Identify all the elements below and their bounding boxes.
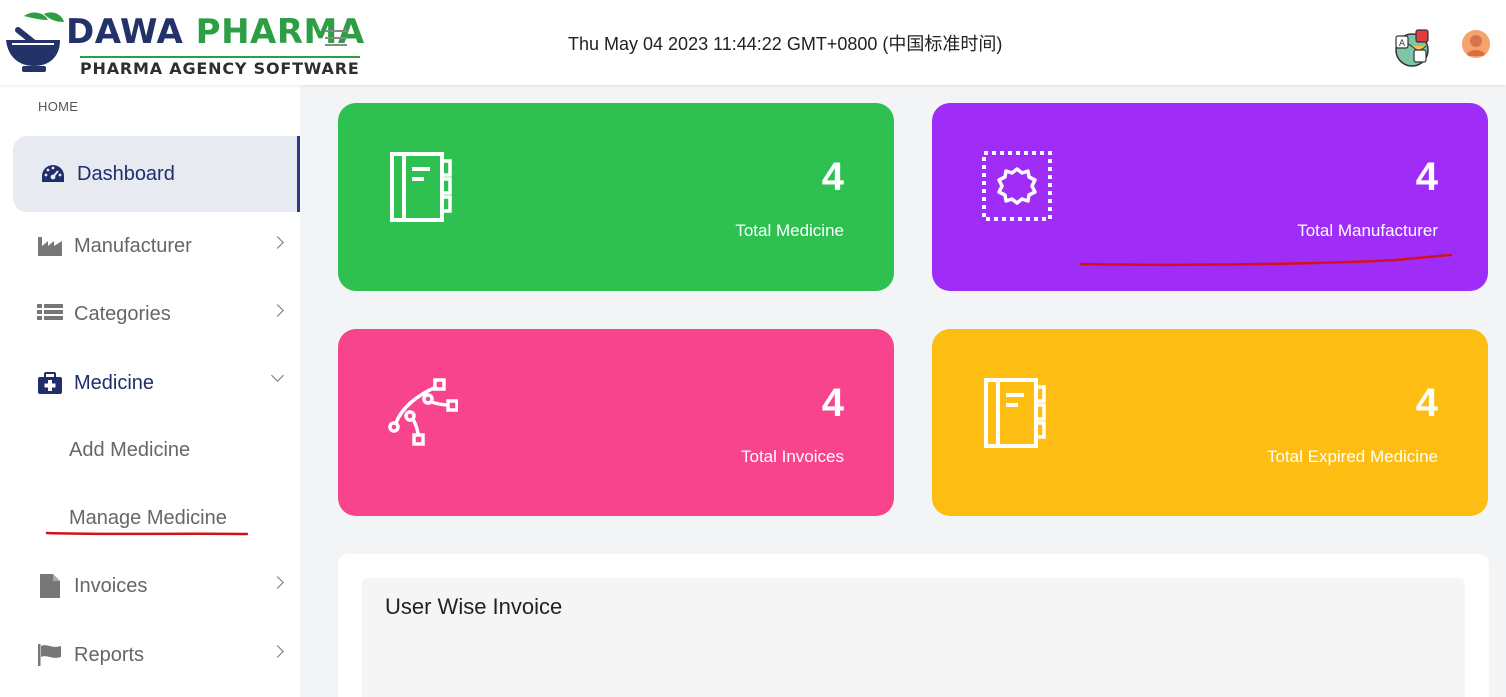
sidebar-item-reports[interactable]: Reports bbox=[0, 625, 300, 685]
sidebar-item-dashboard[interactable]: Dashboard bbox=[13, 136, 300, 212]
medical-kit-icon bbox=[36, 369, 64, 397]
sidebar-item-label: Reports bbox=[74, 643, 145, 666]
notebook-icon bbox=[390, 152, 452, 222]
stat-card-total-invoices[interactable]: 4 Total Invoices bbox=[338, 329, 894, 516]
panel-title: User Wise Invoice bbox=[385, 594, 563, 619]
stat-value: 4 bbox=[1415, 381, 1438, 425]
sidebar: HOME Dashboard Manufacturer Categories M… bbox=[0, 85, 300, 697]
menu-toggle-icon[interactable] bbox=[325, 30, 347, 50]
user-wise-invoice-panel: User Wise Invoice bbox=[338, 554, 1489, 697]
factory-icon bbox=[36, 232, 64, 260]
panel-header: User Wise Invoice bbox=[362, 578, 1465, 697]
stat-value: 4 bbox=[1415, 155, 1438, 199]
chevron-down-icon bbox=[271, 369, 284, 382]
dashboard-gauge-icon bbox=[39, 160, 67, 188]
stat-value: 4 bbox=[821, 381, 844, 425]
chevron-right-icon bbox=[271, 304, 284, 317]
chevron-right-icon bbox=[271, 576, 284, 589]
stat-label: Total Expired Medicine bbox=[1266, 447, 1438, 466]
brand-tagline: PHARMA AGENCY SOFTWARE bbox=[80, 56, 360, 78]
chevron-right-icon bbox=[271, 236, 284, 249]
stat-card-total-manufacturer[interactable]: 4 Total Manufacturer bbox=[932, 103, 1488, 291]
sidebar-item-label: Invoices bbox=[74, 574, 148, 597]
stat-card-total-medicine[interactable]: 4 Total Medicine bbox=[338, 103, 894, 291]
sidebar-item-manufacturer[interactable]: Manufacturer bbox=[0, 216, 300, 276]
stat-value: 4 bbox=[821, 155, 844, 199]
brand-name: DAWA PHARMA bbox=[66, 12, 365, 52]
notebook-icon bbox=[984, 378, 1046, 448]
sidebar-item-categories[interactable]: Categories bbox=[0, 284, 300, 344]
sidebar-subitem-manage-medicine[interactable]: Manage Medicine bbox=[69, 507, 227, 530]
chevron-right-icon bbox=[271, 645, 284, 658]
list-icon bbox=[36, 300, 64, 328]
svg-text:A: A bbox=[1399, 39, 1406, 49]
sidebar-item-label: Manufacturer bbox=[74, 234, 192, 257]
sidebar-item-label: Categories bbox=[74, 302, 171, 325]
flag-icon bbox=[36, 641, 64, 669]
file-icon bbox=[36, 572, 64, 600]
mortar-pestle-logo-icon bbox=[6, 12, 64, 72]
sidebar-section-home: HOME bbox=[38, 99, 79, 114]
stat-card-total-expired-medicine[interactable]: 4 Total Expired Medicine bbox=[932, 329, 1488, 516]
stat-label: Total Medicine bbox=[735, 221, 844, 240]
current-datetime: Thu May 04 2023 11:44:22 GMT+0800 (中国标准时… bbox=[568, 34, 1003, 54]
sidebar-item-label: Dashboard bbox=[77, 162, 175, 185]
sidebar-item-invoices[interactable]: Invoices bbox=[0, 556, 300, 616]
gear-frame-icon bbox=[982, 151, 1052, 221]
sidebar-item-label: Medicine bbox=[74, 371, 155, 394]
top-header: DAWA PHARMA PHARMA AGENCY SOFTWARE Thu M… bbox=[0, 0, 1506, 85]
stat-label: Total Manufacturer bbox=[1297, 221, 1438, 240]
sidebar-subitem-add-medicine[interactable]: Add Medicine bbox=[69, 439, 190, 462]
user-avatar[interactable] bbox=[1462, 30, 1490, 58]
stat-label: Total Invoices bbox=[741, 447, 844, 466]
sidebar-item-medicine[interactable]: Medicine bbox=[0, 353, 300, 413]
language-switch-icon[interactable]: A bbox=[1392, 28, 1432, 68]
user-avatar-icon bbox=[1462, 30, 1490, 58]
brand-logo[interactable]: DAWA PHARMA PHARMA AGENCY SOFTWARE bbox=[4, 10, 364, 80]
vector-pen-icon bbox=[388, 378, 458, 446]
